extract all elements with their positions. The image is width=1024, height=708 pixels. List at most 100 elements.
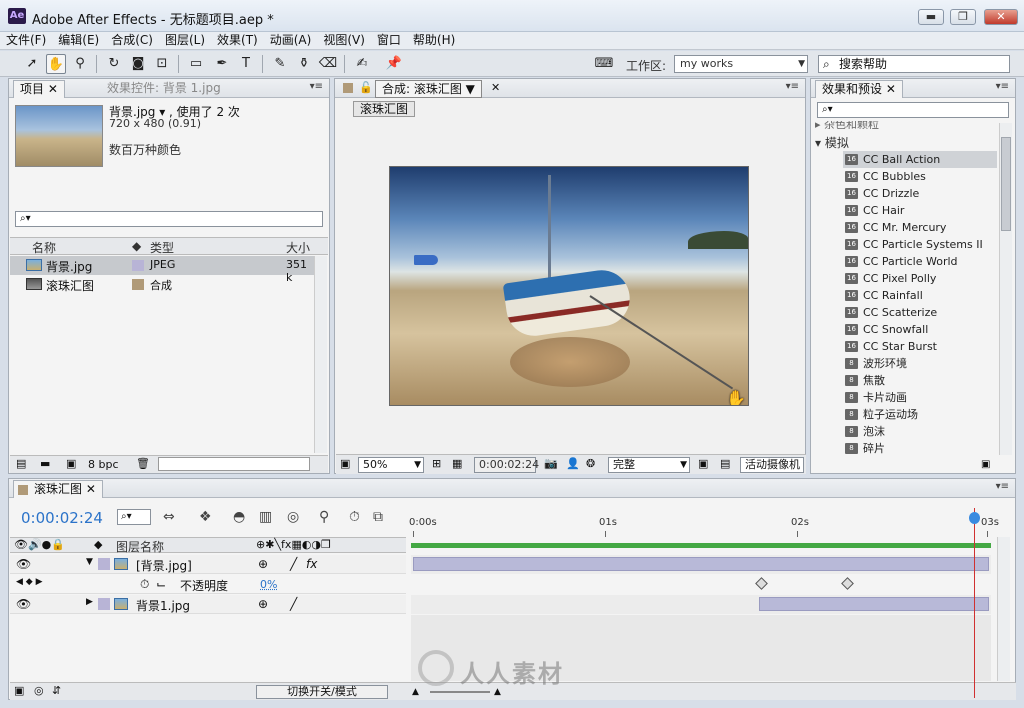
transparency-grid-icon[interactable]: ▦ — [452, 457, 462, 470]
effect-item[interactable]: 16 CC Star Burst — [843, 338, 997, 355]
roto-brush-tool-icon[interactable]: ✍ — [352, 54, 372, 74]
col-layer-name[interactable]: 图层名称 — [116, 538, 164, 555]
keyframe[interactable] — [841, 577, 854, 590]
workspace-icon[interactable]: ⌨ — [594, 54, 614, 74]
eraser-tool-icon[interactable]: ⌫ — [318, 54, 338, 74]
zoom-out-icon[interactable]: ▲ — [412, 687, 419, 697]
effect-item[interactable]: 8 泡沫 — [843, 423, 997, 440]
motion-blur-icon[interactable]: ◎ — [287, 509, 299, 525]
timeline-layer-row[interactable]: 👁 ▼ [背景.jpg] ⊕ ╱ fx — [10, 555, 406, 574]
layer-name[interactable]: [背景.jpg] — [136, 557, 192, 574]
zoom-slider[interactable] — [430, 691, 490, 693]
property-value[interactable]: 0% — [260, 578, 277, 591]
camera-tool-icon[interactable]: ◙ — [128, 54, 148, 74]
col-type[interactable]: 类型 — [150, 239, 174, 256]
tab-effect-controls[interactable]: 效果控件: 背景 1.jpg — [101, 80, 227, 98]
keyframe[interactable] — [755, 577, 768, 590]
camera-select[interactable]: 活动摄像机 — [740, 457, 804, 473]
current-time-display[interactable]: 0:00:02:24 — [21, 509, 103, 527]
snapshot-icon[interactable]: 📷 — [544, 457, 558, 470]
bpc-label[interactable]: 8 bpc — [88, 458, 119, 471]
menu-composition[interactable]: 合成(C) — [105, 32, 159, 49]
chevron-right-icon[interactable]: ▶ — [86, 597, 93, 607]
effect-item[interactable]: 16 CC Hair — [843, 202, 997, 219]
panel-menu-icon[interactable]: ▾≡ — [786, 81, 799, 92]
playhead-handle[interactable] — [969, 512, 980, 524]
work-area-bar[interactable] — [411, 543, 991, 548]
effect-item[interactable]: 8 卡片动画 — [843, 389, 997, 406]
layer-duration-bar[interactable] — [759, 597, 989, 611]
text-tool-icon[interactable]: T — [236, 54, 256, 74]
time-ruler[interactable]: 0:00s 01s 02s 03s — [409, 509, 999, 543]
col-size[interactable]: 大小 — [286, 239, 310, 256]
effect-item[interactable]: 16 CC Scatterize — [843, 304, 997, 321]
lock-icon[interactable]: 🔓 — [359, 81, 373, 94]
effect-item[interactable]: 8 粒子运动场 — [843, 406, 997, 423]
menu-edit[interactable]: 编辑(E) — [52, 32, 105, 49]
tab-project[interactable]: 项目 ✕ — [13, 80, 65, 98]
timeline-layer-row[interactable]: 👁 ▶ 背景1.jpg ⊕ ╱ — [10, 595, 406, 614]
color-channels-icon[interactable]: ❂ — [586, 457, 595, 470]
graph-editor-icon[interactable]: ⧉ — [373, 509, 383, 525]
composition-viewer[interactable]: ✋ — [389, 166, 749, 406]
hide-shy-layers-icon[interactable]: ◓ — [233, 509, 245, 525]
project-item-row[interactable]: 背景.jpg JPEG 351 k — [10, 256, 314, 284]
puppet-pin-tool-icon[interactable]: 📌 — [384, 54, 404, 74]
in-out-icon[interactable]: ⇵ — [52, 684, 61, 697]
toggle-view-icon[interactable]: ▤ — [720, 457, 730, 470]
menu-animation[interactable]: 动画(A) — [264, 32, 318, 49]
brush-tool-icon[interactable]: ✎ — [270, 54, 290, 74]
pan-behind-tool-icon[interactable]: ⊡ — [152, 54, 172, 74]
effect-item[interactable]: 16 CC Drizzle — [843, 185, 997, 202]
close-icon[interactable]: ✕ — [491, 81, 500, 94]
keyframe-navigator-icon[interactable]: ◀ ◆ ▶ — [16, 577, 43, 587]
layer-name[interactable]: 背景1.jpg — [136, 597, 190, 614]
new-folder-icon[interactable]: ▬ — [40, 457, 50, 470]
effect-item[interactable]: 8 焦散 — [843, 372, 997, 389]
transfer-controls-icon[interactable]: ◎ — [34, 684, 44, 697]
stopwatch-icon[interactable]: ⏱ — [140, 577, 149, 592]
rotate-tool-icon[interactable]: ↻ — [104, 54, 124, 74]
trash-icon[interactable]: 🗑 — [136, 457, 150, 470]
category-partial[interactable]: ▸ 杂色和颗粒 — [815, 121, 879, 129]
label-swatch[interactable] — [98, 598, 110, 610]
show-snapshot-icon[interactable]: 👤 — [566, 457, 580, 470]
selection-tool-icon[interactable]: ➚ — [22, 54, 42, 74]
effect-item[interactable]: 8 碎片 — [843, 440, 997, 457]
panel-menu-icon[interactable]: ▾≡ — [996, 81, 1009, 92]
effect-item[interactable]: 16 CC Particle Systems II — [843, 236, 997, 253]
menu-layer[interactable]: 图层(L) — [159, 32, 211, 49]
effects-scrollbar[interactable] — [999, 123, 1012, 455]
always-preview-icon[interactable]: ▣ — [340, 457, 350, 470]
eye-icon[interactable]: 👁 — [16, 557, 31, 571]
new-preset-icon[interactable]: ▣ — [981, 459, 990, 470]
effects-search-input[interactable]: ⌕▾ — [817, 102, 1009, 118]
effect-item[interactable]: 16 CC Pixel Polly — [843, 270, 997, 287]
draft-3d-icon[interactable]: ❖ — [199, 509, 212, 525]
layer-switches-icon[interactable]: ▣ — [14, 684, 24, 697]
pen-tool-icon[interactable]: ✒ — [212, 54, 232, 74]
stopwatch-icon[interactable]: ⏱ — [349, 509, 360, 525]
panel-menu-icon[interactable]: ▾≡ — [310, 81, 323, 92]
menu-view[interactable]: 视图(V) — [317, 32, 371, 49]
zoom-tool-icon[interactable]: ⚲ — [70, 54, 90, 74]
hand-tool-icon[interactable]: ✋ — [46, 54, 66, 74]
project-search-input[interactable]: ⌕▾ — [15, 211, 323, 227]
timeline-scrollbar[interactable] — [997, 537, 1010, 681]
effect-item[interactable]: 16 CC Bubbles — [843, 168, 997, 185]
minimize-button[interactable]: ▬ — [918, 9, 944, 25]
shy-switch-icon[interactable]: ⊕ — [258, 597, 268, 611]
rectangle-tool-icon[interactable]: ▭ — [186, 54, 206, 74]
menu-effect[interactable]: 效果(T) — [211, 32, 264, 49]
project-item-row[interactable]: 滚珠汇图 合成 — [10, 275, 314, 294]
magnification-select[interactable]: 50% ▼ — [358, 457, 424, 473]
current-time-display[interactable]: 0:00:02:24 — [474, 457, 539, 473]
scroll-thumb[interactable] — [1001, 137, 1011, 231]
effect-item[interactable]: 16 CC Ball Action — [843, 151, 997, 168]
toggle-switches-modes-button[interactable]: 切换开关/模式 — [256, 685, 388, 699]
help-search-input[interactable]: ⌕ 搜索帮助 — [818, 55, 1010, 73]
timeline-search-input[interactable]: ⌕▾ — [117, 509, 151, 525]
effect-item[interactable]: 16 CC Rainfall — [843, 287, 997, 304]
timeline-property-row[interactable]: ◀ ◆ ▶ ⏱ ⌙ 不透明度 0% — [10, 575, 406, 594]
interpret-footage-icon[interactable]: ▤ — [16, 457, 26, 470]
